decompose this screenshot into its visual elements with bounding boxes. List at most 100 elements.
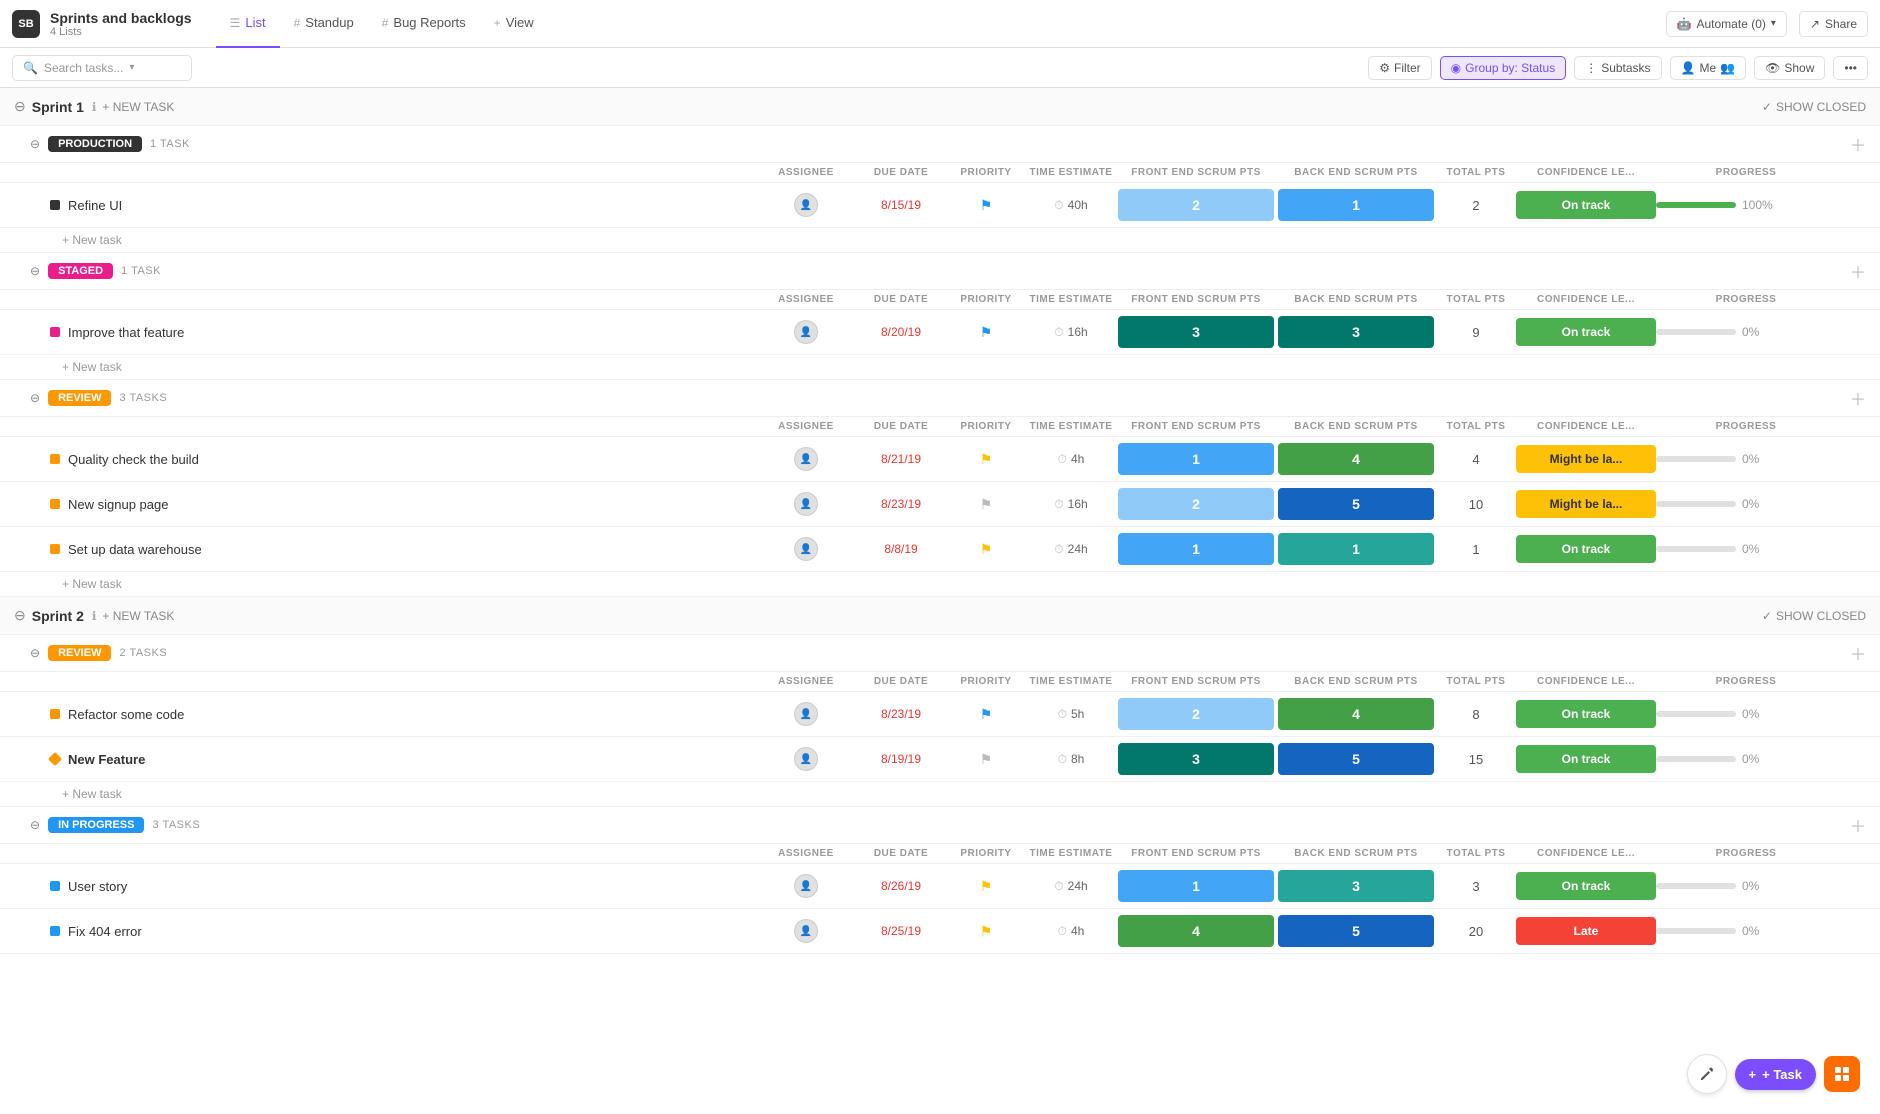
sprint2-new-task[interactable]: + NEW TASK <box>102 609 174 623</box>
flag-icon: ⚑ <box>980 923 993 940</box>
task-name-cell: New Feature <box>50 752 756 767</box>
col-headers-production: ASSIGNEE DUE DATE PRIORITY TIME ESTIMATE… <box>0 163 1880 183</box>
fe-scrum-cell: 1 <box>1118 443 1274 475</box>
task-row: Fix 404 error 👤 8/25/19 ⚑ ⏱4h 4 5 20 Lat… <box>0 909 1880 954</box>
filter-button[interactable]: ⚙ Filter <box>1368 56 1431 80</box>
staged-toggle[interactable]: ⊖ <box>30 264 40 278</box>
staged-badge: STAGED <box>48 263 113 279</box>
time-cell: ⏱24h <box>1026 542 1116 557</box>
sprint1-show-closed[interactable]: ✓ SHOW CLOSED <box>1762 100 1866 114</box>
edit-icon <box>1699 1066 1715 1082</box>
confidence-cell: On track <box>1516 700 1656 728</box>
inprogress-toggle[interactable]: ⊖ <box>30 818 40 832</box>
automate-icon: 🤖 <box>1677 17 1692 31</box>
task-row: New Feature 👤 8/19/19 ⚑ ⏱8h 3 5 15 On tr… <box>0 737 1880 782</box>
group-review2-header: ⊖ REVIEW 2 TASKS ＋ <box>0 635 1880 672</box>
flag-icon: ⚑ <box>980 541 993 558</box>
staged-task-count: 1 TASK <box>121 265 161 277</box>
production-add-icon[interactable]: ＋ <box>1850 132 1866 156</box>
add-task-button[interactable]: + + Task <box>1735 1059 1816 1090</box>
tab-bug-reports-label: Bug Reports <box>393 15 465 30</box>
sprint2-info-icon: ℹ <box>92 609 97 623</box>
group-review-header: ⊖ REVIEW 3 TASKS ＋ <box>0 380 1880 417</box>
task-name[interactable]: Quality check the build <box>68 452 199 467</box>
new-task-review[interactable]: + New task <box>0 572 1880 597</box>
progress-cell: 0% <box>1656 325 1836 339</box>
task-name[interactable]: User story <box>68 879 127 894</box>
new-task-staged[interactable]: + New task <box>0 355 1880 380</box>
tab-bug-reports[interactable]: # Bug Reports <box>368 0 480 48</box>
task-dot-diamond <box>48 752 62 766</box>
task-name[interactable]: Fix 404 error <box>68 924 142 939</box>
share-button[interactable]: ↗ Share <box>1799 11 1868 37</box>
task-name[interactable]: New Feature <box>68 752 145 767</box>
col-headers-inprogress: ASSIGNEE DUE DATE PRIORITY TIME ESTIMATE… <box>0 844 1880 864</box>
review2-toggle[interactable]: ⊖ <box>30 646 40 660</box>
tab-list[interactable]: ☰ List <box>216 0 280 48</box>
show-button[interactable]: 👁 Show <box>1754 56 1825 80</box>
flag-icon: ⚑ <box>980 451 993 468</box>
me-label: Me <box>1700 61 1717 75</box>
grid-icon <box>1834 1066 1850 1082</box>
search-chevron-icon: ▾ <box>129 62 134 73</box>
task-name-cell: Quality check the build <box>50 452 756 467</box>
me-button[interactable]: 👤 Me 👥 <box>1670 56 1747 80</box>
tab-standup[interactable]: # Standup <box>280 0 368 48</box>
sprint1-name: Sprint 1 <box>32 99 84 115</box>
ellipsis-icon: ••• <box>1844 61 1857 75</box>
grid-button[interactable] <box>1824 1056 1860 1092</box>
task-row: Refactor some code 👤 8/23/19 ⚑ ⏱5h 2 4 8… <box>0 692 1880 737</box>
task-dot <box>50 709 60 719</box>
task-name[interactable]: Refine UI <box>68 198 122 213</box>
staged-add-icon[interactable]: ＋ <box>1850 259 1866 283</box>
new-task-review2[interactable]: + New task <box>0 782 1880 807</box>
flag-icon: ⚑ <box>980 878 993 895</box>
review2-badge: REVIEW <box>48 645 111 661</box>
sprint1-new-task[interactable]: + NEW TASK <box>102 100 174 114</box>
sprint2-toggle[interactable]: ⊖ <box>14 607 26 624</box>
new-task-production[interactable]: + New task <box>0 228 1880 253</box>
progress-bar-bg <box>1656 928 1736 934</box>
sprint1-info-icon: ℹ <box>92 100 97 114</box>
task-name-cell: Fix 404 error <box>50 924 756 939</box>
subtasks-button[interactable]: ⋮ Subtasks <box>1574 56 1661 80</box>
flag-icon: ⚑ <box>980 324 993 341</box>
task-name[interactable]: Improve that feature <box>68 325 184 340</box>
task-name-cell: Refactor some code <box>50 707 756 722</box>
review-toggle[interactable]: ⊖ <box>30 391 40 405</box>
timer-icon: ⏱ <box>1058 752 1067 767</box>
assignee-cell: 👤 <box>756 193 856 217</box>
progress-cell: 0% <box>1656 542 1836 556</box>
tab-view[interactable]: + View <box>480 0 548 48</box>
sprint1-header: ⊖ Sprint 1 ℹ + NEW TASK ✓ SHOW CLOSED <box>0 88 1880 126</box>
inprogress-add-icon[interactable]: ＋ <box>1850 813 1866 837</box>
due-date: 8/26/19 <box>856 879 946 893</box>
progress-cell: 0% <box>1656 879 1836 893</box>
fe-scrum-cell: 2 <box>1118 488 1274 520</box>
automate-button[interactable]: 🤖 Automate (0) ▾ <box>1666 11 1787 37</box>
production-toggle[interactable]: ⊖ <box>30 137 40 151</box>
sprint2-show-closed[interactable]: ✓ SHOW CLOSED <box>1762 609 1866 623</box>
edit-button[interactable] <box>1687 1054 1727 1094</box>
group-by-button[interactable]: ◉ Group by: Status <box>1440 56 1567 80</box>
task-name[interactable]: Refactor some code <box>68 707 184 722</box>
task-label: + Task <box>1762 1067 1802 1082</box>
review2-add-icon[interactable]: ＋ <box>1850 641 1866 665</box>
app-icon: SB <box>12 10 40 38</box>
progress-bar-bg <box>1656 501 1736 507</box>
progress-bar-bg <box>1656 456 1736 462</box>
assignee-cell: 👤 <box>756 747 856 771</box>
task-dot <box>50 881 60 891</box>
progress-label: 100% <box>1742 198 1773 212</box>
review-add-icon[interactable]: ＋ <box>1850 386 1866 410</box>
sprint1-toggle[interactable]: ⊖ <box>14 98 26 115</box>
progress-cell: 0% <box>1656 707 1836 721</box>
col-headers-review2: ASSIGNEE DUE DATE PRIORITY TIME ESTIMATE… <box>0 672 1880 692</box>
progress-cell: 100% <box>1656 198 1836 212</box>
search-box[interactable]: 🔍 Search tasks... ▾ <box>12 55 192 81</box>
task-name[interactable]: Set up data warehouse <box>68 542 202 557</box>
toolbar-right: ⚙ Filter ◉ Group by: Status ⋮ Subtasks 👤… <box>1368 56 1868 80</box>
more-button[interactable]: ••• <box>1833 56 1868 80</box>
task-name[interactable]: New signup page <box>68 497 168 512</box>
total-pts-cell: 20 <box>1436 924 1516 939</box>
